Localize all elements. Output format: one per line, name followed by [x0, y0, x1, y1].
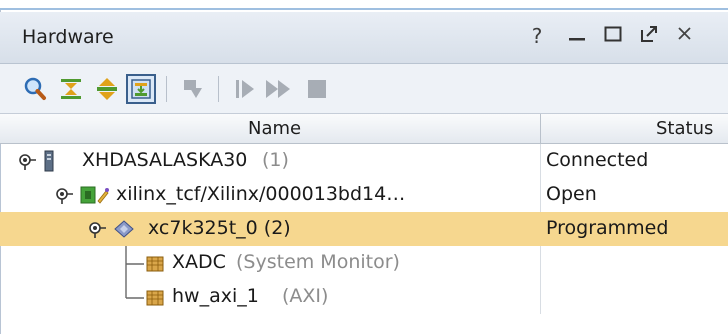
hardware-toolbar: [0, 64, 728, 114]
target-status: Open: [546, 183, 597, 205]
tree-row-target[interactable]: xilinx_tcf/Xilinx/000013bd14… Open: [0, 178, 728, 212]
tree-table-header: Name Status: [0, 114, 728, 144]
server-count: (1): [262, 149, 289, 171]
minimize-button[interactable]: [564, 22, 590, 53]
program-device-icon[interactable]: [178, 74, 208, 104]
core-icon: [144, 255, 166, 273]
search-icon[interactable]: [20, 74, 50, 104]
fpga-device-icon: [112, 218, 136, 240]
expand-toggle-icon[interactable]: [55, 185, 77, 205]
panel-titlebar: Hardware ?: [0, 12, 728, 64]
stop-trigger-icon[interactable]: [302, 74, 332, 104]
top-border: [0, 0, 728, 10]
device-name: xc7k325t_0 (2): [148, 217, 291, 239]
xadc-type: (System Monitor): [236, 251, 400, 273]
target-name: xilinx_tcf/Xilinx/000013bd14…: [116, 183, 406, 205]
hw-axi-name: hw_axi_1: [172, 285, 259, 307]
column-header-status[interactable]: Status: [656, 118, 713, 139]
run-trigger-icon[interactable]: [230, 74, 260, 104]
xadc-name: XADC: [172, 251, 226, 273]
column-divider[interactable]: [540, 114, 541, 144]
float-button[interactable]: [636, 22, 662, 53]
core-icon: [144, 289, 166, 307]
expand-toggle-icon[interactable]: [18, 151, 40, 171]
tree-row-xadc[interactable]: XADC (System Monitor): [0, 246, 728, 280]
toolbar-separator: [218, 76, 219, 102]
device-status: Programmed: [546, 217, 669, 239]
column-header-name[interactable]: Name: [248, 118, 301, 139]
toolbar-separator: [166, 76, 167, 102]
board-icon: [80, 185, 110, 205]
close-button[interactable]: [672, 22, 698, 53]
tree-row-server[interactable]: XHDASALASKA30 (1) Connected: [0, 144, 728, 178]
help-button[interactable]: ?: [524, 22, 550, 50]
server-name: XHDASALASKA30: [82, 149, 248, 171]
server-icon: [42, 149, 56, 173]
tree-row-device[interactable]: xc7k325t_0 (2) Programmed: [0, 212, 728, 246]
collapse-all-icon[interactable]: [56, 74, 86, 104]
expand-all-icon[interactable]: [92, 74, 122, 104]
run-trigger-immediate-icon[interactable]: [264, 74, 294, 104]
auto-connect-icon[interactable]: [126, 74, 156, 104]
hw-axi-type: (AXI): [282, 285, 329, 307]
expand-toggle-icon[interactable]: [88, 219, 110, 239]
tree-row-hw-axi[interactable]: hw_axi_1 (AXI): [0, 280, 728, 314]
maximize-button[interactable]: [600, 22, 626, 53]
server-status: Connected: [546, 149, 649, 171]
panel-title: Hardware: [22, 26, 114, 48]
